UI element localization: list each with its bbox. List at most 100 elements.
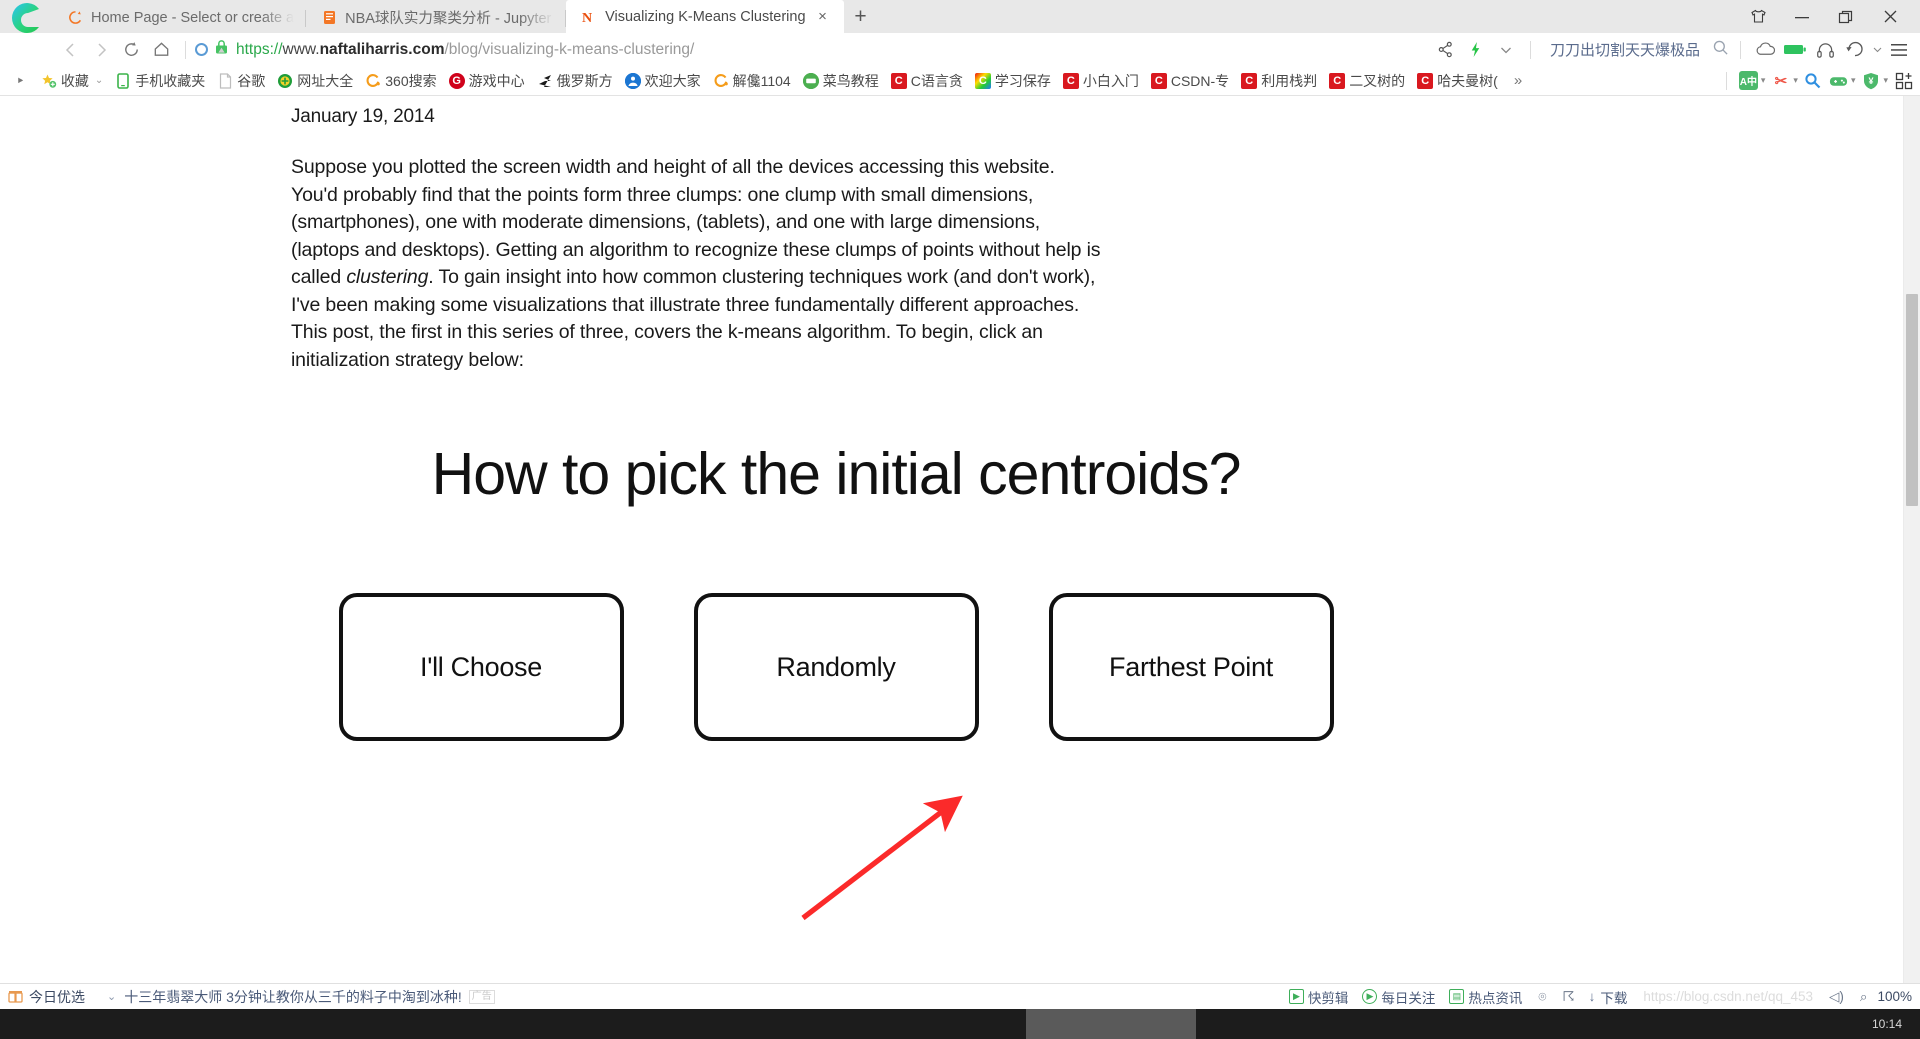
bookmarks-overflow-icon[interactable]: » <box>1504 72 1532 89</box>
coupon-button[interactable]: ¥ ▾ <box>1858 71 1891 90</box>
translate-button[interactable]: A中 ▾ <box>1736 71 1769 90</box>
article-content: January 19, 2014 Suppose you plotted the… <box>291 106 1101 374</box>
cloud-icon[interactable] <box>1750 36 1780 64</box>
bookmarks-expand-icon[interactable]: ‣ <box>6 72 35 90</box>
randomly-button[interactable]: Randomly <box>693 593 979 741</box>
site-identity[interactable] <box>195 39 236 60</box>
scrollbar-thumb[interactable] <box>1906 294 1918 506</box>
csdn-icon: C <box>1062 72 1079 89</box>
url-text: https://www.naftaliharris.com/blog/visua… <box>236 41 694 59</box>
bookmark-item-c-language[interactable]: C C语言贪 <box>885 69 969 93</box>
web-page: January 19, 2014 Suppose you plotted the… <box>0 96 1903 983</box>
bookmark-item-solve-1104[interactable]: 解儳1104 <box>707 69 797 93</box>
svg-text:¥: ¥ <box>1868 76 1873 86</box>
minimize-button[interactable] <box>1780 3 1824 31</box>
search-box[interactable]: 刀刀出切割天天爆极品 <box>1540 37 1731 63</box>
headphones-icon[interactable] <box>1810 36 1840 64</box>
download-label: 下载 <box>1600 990 1628 1006</box>
skin-icon[interactable] <box>1736 3 1780 31</box>
bookmark-item-study-save[interactable]: C 学习保存 <box>969 69 1057 93</box>
scissors-icon: ✂ <box>1774 72 1788 90</box>
chevron-down-icon[interactable]: ▾ <box>1761 75 1766 86</box>
lightning-icon[interactable] <box>1461 36 1491 64</box>
reload-icon[interactable] <box>116 36 146 64</box>
status-right-group: ▶ 快剪辑 ▶ 每日关注 ▤ 热点资讯 ⌾ ☈ ↓ 下载 https://blo… <box>1275 987 1912 1007</box>
bookmark-item-runoob[interactable]: 菜鸟教程 <box>797 69 885 93</box>
todays-picks-label[interactable]: 今日优选 <box>29 987 85 1007</box>
bookmark-item-tetris[interactable]: 俄罗斯方 <box>531 69 619 93</box>
bookmark-label: 小白入门 <box>1082 72 1139 89</box>
page-scrollbar[interactable] <box>1903 96 1920 983</box>
close-icon[interactable]: × <box>814 8 832 26</box>
magnifier-button[interactable] <box>1801 71 1826 90</box>
bookmark-label: 网址大全 <box>297 72 354 89</box>
g-circle-icon: G <box>448 72 465 89</box>
daily-follow-button[interactable]: ▶ 每日关注 <box>1362 987 1435 1007</box>
jupyter-notebook-icon <box>320 9 338 27</box>
taskbar-clock: 10:14 <box>1871 1017 1902 1031</box>
os-taskbar: 10:14 <box>0 1009 1920 1039</box>
maximize-button[interactable] <box>1824 3 1868 31</box>
hot-news-button[interactable]: ▤ 热点资讯 <box>1449 987 1522 1007</box>
chevron-down-icon[interactable]: ⌄ <box>107 990 116 1003</box>
chevron-down-icon[interactable]: ⌄ <box>95 75 103 86</box>
forward-icon[interactable] <box>86 36 116 64</box>
undo-icon[interactable] <box>1840 36 1870 64</box>
quick-edit-button[interactable]: ▶ 快剪辑 <box>1288 987 1348 1007</box>
search-icon[interactable] <box>1712 39 1729 60</box>
home-icon[interactable] <box>146 36 176 64</box>
bookmark-item-beginner[interactable]: C 小白入门 <box>1057 69 1145 93</box>
zoom-magnifier-icon[interactable]: ⌕ <box>1860 989 1868 1005</box>
menu-icon[interactable] <box>1884 36 1914 64</box>
download-button[interactable]: ↓ 下载 <box>1589 987 1628 1007</box>
bookmark-item-google[interactable]: 谷歌 <box>211 69 271 93</box>
taskbar-active-window[interactable] <box>1026 1009 1196 1039</box>
page-heading: How to pick the initial centroids? <box>431 441 1242 507</box>
runoob-icon <box>802 72 819 89</box>
back-icon[interactable] <box>56 36 86 64</box>
new-tab-button[interactable]: + <box>844 0 878 33</box>
bookmark-label: 游戏中心 <box>468 72 525 89</box>
ill-choose-button[interactable]: I'll Choose <box>338 593 624 741</box>
navigation-toolbar: https://www.naftaliharris.com/blog/visua… <box>0 33 1920 66</box>
chevron-down-icon[interactable]: ▾ <box>1851 75 1856 86</box>
bookmark-item-welcome[interactable]: 欢迎大家 <box>619 69 707 93</box>
ad-text[interactable]: 十三年翡翠大师 3分钟让教你从三千的料子中淘到冰种! <box>124 987 462 1007</box>
bookmark-item-binary-tree[interactable]: C 二叉树的 <box>1323 69 1411 93</box>
naftali-n-icon: N <box>580 8 598 26</box>
svg-text:N: N <box>582 11 592 25</box>
share-icon[interactable] <box>1431 36 1461 64</box>
address-bar[interactable]: https://www.naftaliharris.com/blog/visua… <box>195 37 1431 63</box>
pin-icon[interactable]: ☈ <box>1563 989 1575 1005</box>
screenshot-button[interactable]: ✂ ▾ <box>1768 71 1801 90</box>
star-folder-icon <box>41 73 57 89</box>
tab-nba-jupyter[interactable]: NBA球队实力聚类分析 - Jupyter N <box>306 2 567 33</box>
bookmark-item-mobile-favorites[interactable]: 手机收藏夹 <box>109 69 211 93</box>
jupyter-loading-icon <box>66 9 84 27</box>
farthest-point-button[interactable]: Farthest Point <box>1048 593 1334 741</box>
chevron-down-icon[interactable] <box>1491 36 1521 64</box>
news-icon: ▤ <box>1449 989 1465 1004</box>
tab-home-page[interactable]: Home Page - Select or create a <box>52 2 307 33</box>
bookmark-item-game-center[interactable]: G 游戏中心 <box>443 69 531 93</box>
bookmark-item-stack-usage[interactable]: C 利用栈判 <box>1235 69 1323 93</box>
gamepad-button[interactable]: ▾ <box>1826 71 1859 90</box>
chevron-down-icon[interactable]: ▾ <box>1883 75 1888 86</box>
tab-visualizing-kmeans[interactable]: N Visualizing K-Means Clustering × <box>566 0 844 33</box>
bookmark-label: C语言贪 <box>910 72 963 89</box>
bookmark-item-360-search[interactable]: 360搜索 <box>359 69 442 93</box>
bookmark-item-huffman-tree[interactable]: C 哈夫曼树( <box>1411 69 1504 93</box>
bookmark-item-web-directory[interactable]: 网址大全 <box>271 69 359 93</box>
bookmark-item-csdn-column[interactable]: C CSDN-专 <box>1145 69 1235 93</box>
paragraph-emphasis: clustering <box>346 266 429 288</box>
shield-icon[interactable]: ⌾ <box>1538 989 1546 1005</box>
bookmark-item-favorites[interactable]: 收藏 ⌄ <box>35 69 109 93</box>
battery-icon[interactable] <box>1780 36 1810 64</box>
extensions-button[interactable] <box>1891 71 1916 90</box>
undo-caret-icon[interactable] <box>1870 36 1884 64</box>
chevron-down-icon[interactable]: ▾ <box>1793 75 1798 86</box>
close-button[interactable] <box>1868 3 1912 31</box>
volume-icon[interactable]: ◁) <box>1829 989 1844 1005</box>
zoom-level[interactable]: 100% <box>1877 989 1912 1004</box>
search-input[interactable]: 刀刀出切割天天爆极品 <box>1550 39 1700 60</box>
